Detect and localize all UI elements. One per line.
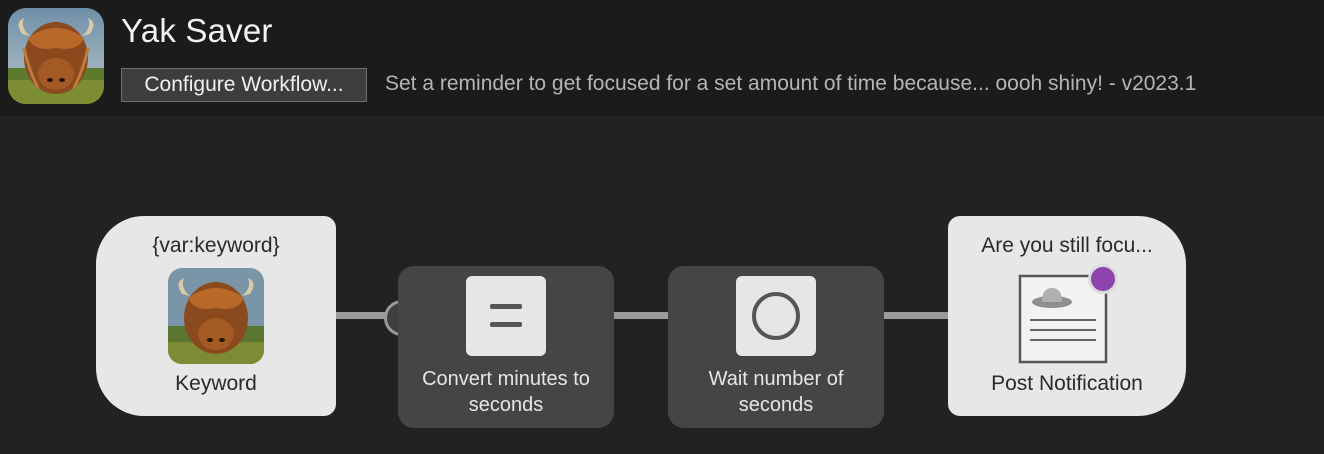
keyword-label: Keyword (175, 372, 257, 395)
connection-wire[interactable] (884, 312, 948, 319)
workflow-canvas[interactable]: {var:keyword} Keyword Convert minutes to… (0, 116, 1324, 454)
configure-workflow-button[interactable]: Configure Workflow... (121, 68, 367, 102)
wait-seconds-node[interactable]: Wait number of seconds (668, 266, 884, 428)
workflow-title: Yak Saver (121, 12, 273, 49)
workflow-icon[interactable] (8, 8, 104, 104)
convert-minutes-label: Convert minutes to seconds (422, 368, 590, 416)
keyword-variable-label: {var:keyword} (152, 234, 280, 257)
connection-wire[interactable] (614, 312, 668, 319)
notification-title-label: Are you still focu... (981, 234, 1153, 257)
keyword-trigger-node[interactable]: {var:keyword} Keyword (96, 216, 336, 416)
post-notification-node[interactable]: Are you still focu... Post Notification (948, 216, 1186, 416)
convert-minutes-node[interactable]: Convert minutes to seconds (398, 266, 614, 428)
workflow-header: Yak Saver Configure Workflow... Set a re… (0, 0, 1324, 116)
circle-icon (736, 276, 816, 356)
workflow-description: Set a reminder to get focused for a set … (385, 72, 1197, 95)
notification-document-icon (1018, 264, 1118, 364)
keyword-icon (168, 268, 264, 364)
post-notification-label: Post Notification (991, 372, 1143, 395)
wait-seconds-label: Wait number of seconds (708, 368, 844, 416)
equals-icon (466, 276, 546, 356)
notification-badge (1088, 264, 1118, 294)
